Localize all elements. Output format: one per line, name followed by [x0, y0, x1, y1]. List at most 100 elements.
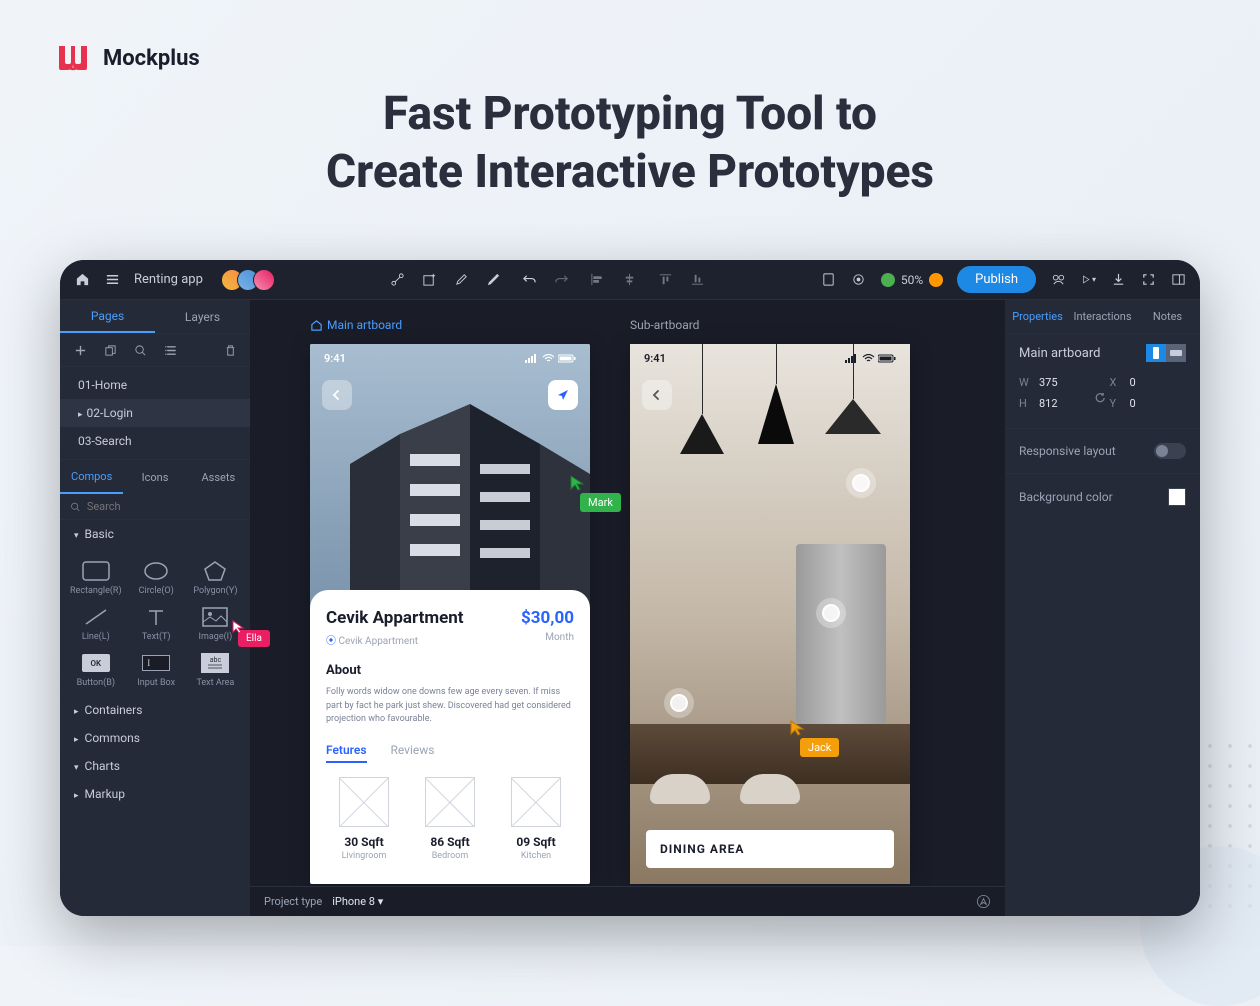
tab-notes[interactable]: Notes [1135, 300, 1200, 333]
sub-artboard-label[interactable]: Sub-artboard [630, 318, 699, 332]
align-top-icon[interactable] [658, 272, 674, 288]
hotspot[interactable] [822, 604, 840, 622]
comp-label: Text Area [196, 678, 234, 688]
redo-icon[interactable] [554, 272, 570, 288]
input-label: I [142, 655, 170, 671]
record-icon[interactable] [851, 272, 867, 288]
tab-properties[interactable]: Properties [1005, 300, 1070, 333]
comp-label: Rectangle(R) [70, 586, 122, 596]
search-page-icon[interactable] [132, 342, 148, 358]
tab-layers[interactable]: Layers [155, 300, 250, 333]
zoom-in-icon[interactable] [929, 273, 943, 287]
comp-polygon[interactable]: Polygon(Y) [189, 558, 242, 598]
x-value[interactable]: 0 [1130, 376, 1136, 389]
search-input[interactable] [87, 500, 240, 513]
download-icon[interactable] [1110, 272, 1126, 288]
responsive-toggle[interactable] [1154, 443, 1186, 459]
orientation-toggle[interactable] [1146, 344, 1186, 362]
zoom-control[interactable]: 50% [881, 273, 943, 287]
comp-rectangle[interactable]: Rectangle(R) [68, 558, 124, 598]
section-basic[interactable]: Basic [60, 520, 250, 548]
apartment-location: ⦿ Cevik Appartment [326, 632, 418, 647]
hero-title: Fast Prototyping Tool to Create Interact… [55, 86, 1205, 201]
status-time: 9:41 [644, 352, 666, 365]
back-button[interactable] [642, 380, 672, 410]
pen-icon[interactable] [454, 272, 470, 288]
cursor-label: Jack [800, 738, 839, 757]
tab-reviews[interactable]: Reviews [391, 743, 435, 763]
back-button[interactable] [322, 380, 352, 410]
feature-kitchen: 09 SqftKitchen [498, 777, 574, 861]
list-icon[interactable] [162, 342, 178, 358]
feature-bedroom: 86 SqftBedroom [412, 777, 488, 861]
dining-area-label: DINING AREA [646, 830, 894, 868]
section-markup[interactable]: Markup [60, 780, 250, 808]
feat-value: 30 Sqft [326, 835, 402, 849]
tab-compos[interactable]: Compos [60, 460, 123, 494]
brand-logo: Mockplus [55, 40, 1205, 76]
reset-icon[interactable] [1093, 391, 1107, 405]
avatar[interactable] [253, 269, 275, 291]
home-icon[interactable] [74, 272, 90, 288]
pencil-icon[interactable] [486, 272, 502, 288]
compass-icon[interactable] [976, 894, 991, 909]
search-icon [70, 501, 81, 513]
main-artboard[interactable]: 9:41 Cevik Appartment $30,00 [310, 344, 590, 884]
align-center-icon[interactable] [622, 272, 638, 288]
align-bottom-icon[interactable] [690, 272, 706, 288]
selected-artboard-name: Main artboard [1019, 346, 1100, 361]
width-value[interactable]: 375 [1039, 376, 1058, 389]
canvas[interactable]: Main artboard Sub-artboard [250, 300, 1005, 916]
expand-icon[interactable] [1140, 272, 1156, 288]
publish-button[interactable]: Publish [957, 266, 1036, 293]
tab-features[interactable]: Fetures [326, 743, 367, 763]
tab-assets[interactable]: Assets [187, 460, 250, 494]
comp-text[interactable]: Text(T) [130, 604, 183, 644]
brand-name: Mockplus [103, 46, 200, 71]
hotspot[interactable] [852, 474, 870, 492]
page-item-search[interactable]: 03-Search [60, 427, 250, 455]
hotspot[interactable] [670, 694, 688, 712]
navigate-button[interactable] [548, 380, 578, 410]
panel-icon[interactable] [1170, 272, 1186, 288]
sub-artboard[interactable]: 9:41 DINING AREA [630, 344, 910, 884]
add-page-icon[interactable] [72, 342, 88, 358]
feat-value: 09 Sqft [498, 835, 574, 849]
duplicate-icon[interactable] [102, 342, 118, 358]
feature-livingroom: 30 SqftLivingroom [326, 777, 402, 861]
menu-icon[interactable] [104, 272, 120, 288]
tab-interactions[interactable]: Interactions [1070, 300, 1135, 333]
page-item-login[interactable]: 02-Login [60, 399, 250, 427]
zoom-out-icon[interactable] [881, 273, 895, 287]
comp-label: Polygon(Y) [193, 586, 237, 596]
tab-pages[interactable]: Pages [60, 300, 155, 333]
section-commons[interactable]: Commons [60, 724, 250, 752]
trash-icon[interactable] [222, 342, 238, 358]
tab-icons[interactable]: Icons [123, 460, 186, 494]
page-item-home[interactable]: 01-Home [60, 371, 250, 399]
connector-icon[interactable] [390, 272, 406, 288]
comp-input[interactable]: IInput Box [130, 650, 183, 690]
comp-button[interactable]: OKButton(B) [68, 650, 124, 690]
align-left-icon[interactable] [590, 272, 606, 288]
add-artboard-icon[interactable] [422, 272, 438, 288]
comp-circle[interactable]: Circle(O) [130, 558, 183, 598]
y-label: Y [1110, 397, 1122, 410]
comp-line[interactable]: Line(L) [68, 604, 124, 644]
comp-textarea[interactable]: abcText Area [189, 650, 242, 690]
apartment-name: Cevik Appartment [326, 608, 464, 628]
share-icon[interactable] [1050, 272, 1066, 288]
device-icon[interactable] [821, 272, 837, 288]
project-type-value[interactable]: iPhone 8 ▾ [332, 895, 383, 908]
main-artboard-label[interactable]: Main artboard [310, 318, 402, 332]
play-icon[interactable]: ▾ [1080, 272, 1096, 288]
project-type-label: Project type [264, 895, 322, 908]
height-value[interactable]: 812 [1039, 397, 1058, 410]
y-value[interactable]: 0 [1130, 397, 1136, 410]
section-charts[interactable]: Charts [60, 752, 250, 780]
h-label: H [1019, 397, 1031, 410]
bgcolor-swatch[interactable] [1168, 488, 1186, 506]
collaborator-avatars[interactable] [227, 269, 275, 291]
section-containers[interactable]: Containers [60, 696, 250, 724]
undo-icon[interactable] [522, 272, 538, 288]
